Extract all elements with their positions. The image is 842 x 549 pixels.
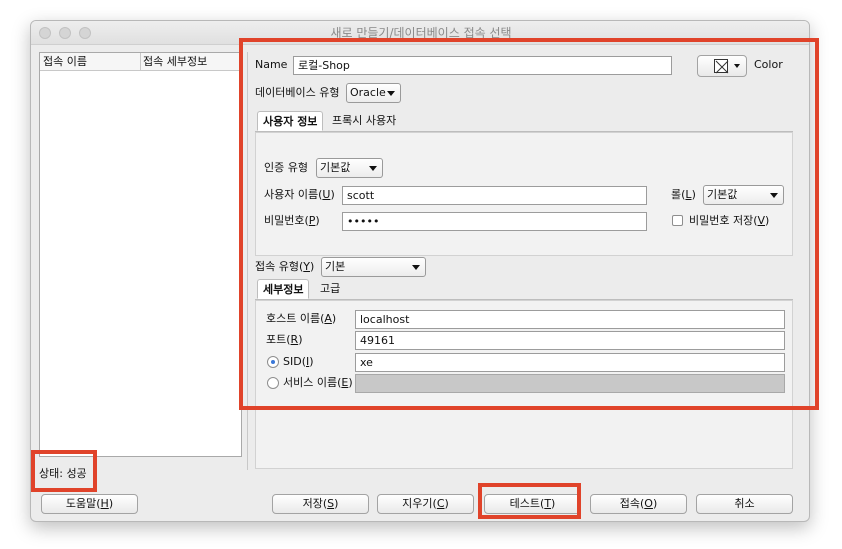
help-button[interactable]: 도움말(H): [41, 494, 138, 514]
connection-list-header: 접속 이름 접속 세부정보: [40, 53, 241, 71]
column-header-connection-name[interactable]: 접속 이름: [40, 53, 140, 71]
column-header-connection-details[interactable]: 접속 세부정보: [140, 53, 243, 71]
column-header-label: 접속 세부정보: [143, 55, 208, 68]
annotation-box-form: [239, 38, 819, 410]
cancel-button[interactable]: 취소: [696, 494, 793, 514]
annotation-box-status: [31, 450, 97, 492]
column-header-label: 접속 이름: [43, 55, 87, 68]
connect-button[interactable]: 접속(O): [590, 494, 687, 514]
connection-list[interactable]: 접속 이름 접속 세부정보: [39, 52, 242, 457]
clear-button[interactable]: 지우기(C): [377, 494, 474, 514]
save-button[interactable]: 저장(S): [272, 494, 369, 514]
annotation-box-test-button: [478, 483, 581, 519]
